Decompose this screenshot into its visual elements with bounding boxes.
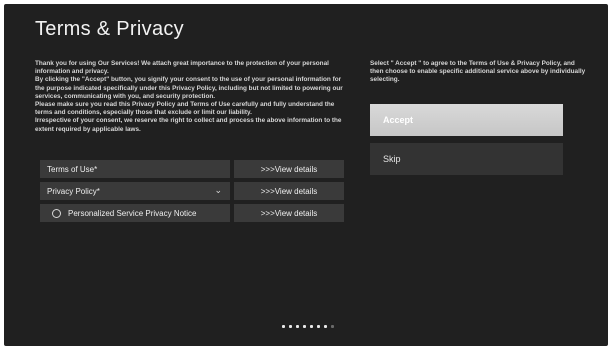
personalized-service-item[interactable]: Personalized Service Privacy Notice xyxy=(40,204,230,222)
page-indicator xyxy=(282,325,334,328)
accept-button[interactable]: Accept xyxy=(370,104,563,136)
page-dot xyxy=(310,325,313,328)
terms-privacy-screen: Terms & Privacy Thank you for using Our … xyxy=(4,4,608,346)
page-dot xyxy=(324,325,327,328)
view-details-label: >>>View details xyxy=(260,186,318,196)
page-dot xyxy=(296,325,299,328)
page-dot xyxy=(317,325,320,328)
page-dot xyxy=(303,325,306,328)
side-instruction: Select " Accept " to agree to the Terms … xyxy=(370,60,586,84)
page-title: Terms & Privacy xyxy=(35,18,184,40)
personalized-service-label: Personalized Service Privacy Notice xyxy=(68,208,197,218)
page-dot xyxy=(331,325,334,328)
privacy-view-details-button[interactable]: >>>View details xyxy=(234,182,344,200)
terms-of-use-label: Terms of Use* xyxy=(47,164,98,174)
accept-label: Accept xyxy=(383,115,414,125)
view-details-label: >>>View details xyxy=(260,164,318,174)
radio-unchecked-icon[interactable] xyxy=(52,208,61,218)
terms-of-use-item[interactable]: Terms of Use* xyxy=(40,160,230,178)
privacy-policy-item[interactable]: Privacy Policy* ⌄ xyxy=(40,182,230,200)
page-dot xyxy=(289,325,292,328)
page-dot xyxy=(282,325,285,328)
personalized-view-details-button[interactable]: >>>View details xyxy=(234,204,344,222)
privacy-policy-label: Privacy Policy* xyxy=(47,186,100,196)
view-details-label: >>>View details xyxy=(260,208,318,218)
terms-view-details-button[interactable]: >>>View details xyxy=(234,160,344,178)
chevron-down-icon[interactable]: ⌄ xyxy=(214,185,222,196)
intro-text: Thank you for using Our Services! We att… xyxy=(35,60,343,133)
skip-label: Skip xyxy=(383,154,401,164)
skip-button[interactable]: Skip xyxy=(370,143,563,175)
